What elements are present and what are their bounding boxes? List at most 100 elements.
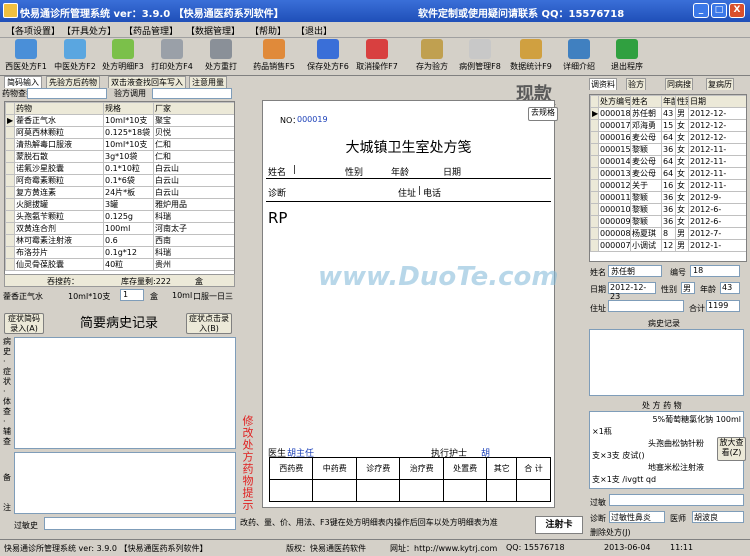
exit-button[interactable]: 退出程序 bbox=[608, 39, 646, 72]
col-age: 年龄 bbox=[661, 95, 676, 108]
history-title: 简要病史记录 bbox=[80, 316, 159, 331]
drug-row[interactable]: 双黄连合剂 100ml 河南太子 bbox=[5, 222, 234, 235]
rx-detail-button[interactable]: 处方明细F3 bbox=[101, 39, 145, 72]
zoom-view-button[interactable]: 放大查看(Z) bbox=[717, 437, 746, 461]
allergy-field-right[interactable] bbox=[609, 494, 744, 506]
close-button[interactable]: X bbox=[729, 3, 745, 18]
history-record[interactable] bbox=[589, 329, 744, 396]
menu-help[interactable]: 【帮助】 bbox=[250, 24, 286, 37]
stock-row: 吞搜药： 库存量剩:222 盒 bbox=[4, 274, 235, 287]
record-row[interactable]: 000010 黎颖 36 女 2012-6- bbox=[590, 203, 746, 216]
tab-dosage-notice[interactable]: 注意用量 bbox=[189, 76, 227, 88]
tab-records[interactable]: 调资料 bbox=[589, 78, 617, 90]
menu-data[interactable]: 【数据管理】 bbox=[186, 24, 240, 37]
menu-prescribe[interactable]: 【开具处方】 bbox=[62, 24, 116, 37]
total-field[interactable]: 1199 bbox=[706, 300, 740, 312]
no-label: 编号 bbox=[670, 268, 686, 277]
record-row[interactable]: 000007 小调试 12 男 2012-1- bbox=[590, 239, 746, 252]
menu-settings[interactable]: 【各项设置】 bbox=[6, 24, 60, 37]
record-row[interactable]: 000015 黎颖 36 女 2012-11- bbox=[590, 143, 746, 156]
drug-row[interactable]: 复方黄连素 24片*板 白云山 bbox=[5, 186, 234, 199]
history-textarea[interactable] bbox=[14, 337, 236, 449]
save-template-button[interactable]: 存为验方 bbox=[414, 39, 450, 72]
stats-button[interactable]: 数据统计F9 bbox=[507, 39, 555, 72]
print-rx-button[interactable]: 打印处方F4 bbox=[150, 39, 194, 72]
drug-row[interactable]: 清热解毒口服液 10ml*10支 仁和 bbox=[5, 138, 234, 151]
drug-table[interactable]: 药物 规格 厂家 ▶ 藿香正气水 10ml*10支 聚宝 阿莫西林颗粒 0.125*18袋 贝悦… bbox=[4, 101, 235, 284]
drug-cell: 西南 bbox=[153, 234, 234, 247]
record-cell: 000015 bbox=[598, 143, 631, 156]
exit-arrow-icon bbox=[616, 39, 638, 59]
record-row[interactable]: 000014 麦公母 64 女 2012-11- bbox=[590, 155, 746, 168]
drugs-label: 处 方 药 物 bbox=[642, 401, 682, 410]
menu-exit[interactable]: 【退出】 bbox=[296, 24, 332, 37]
diag-field[interactable]: 过敏性鼻炎 bbox=[609, 511, 665, 523]
drug-row[interactable]: 诺氟沙星胶囊 0.1*10粒 白云山 bbox=[5, 162, 234, 175]
intro-button[interactable]: 详细介绍 bbox=[560, 39, 598, 72]
drug-row[interactable]: 头孢氨苄颗粒 0.125g 科瑞 bbox=[5, 210, 234, 223]
drug-search-input[interactable] bbox=[27, 88, 107, 99]
record-row[interactable]: 000013 麦公母 64 女 2012-11- bbox=[590, 167, 746, 180]
record-table[interactable]: 处方编号姓名年龄性别日期 ▶000018苏任朝43男2012-12-000017… bbox=[589, 94, 747, 262]
qty-input[interactable]: 1 bbox=[120, 289, 144, 301]
drug-cell: 仙灵骨葆胶囊 bbox=[14, 258, 104, 271]
drug-row[interactable]: 林可霉素注射液 0.6 西南 bbox=[5, 234, 234, 247]
sex-field[interactable]: 男 bbox=[681, 282, 695, 294]
drug-cell: 仁和 bbox=[153, 150, 234, 163]
menu-drugs[interactable]: 【药品管理】 bbox=[124, 24, 178, 37]
drug-row[interactable]: 火腿拔罐 3罐 雅炉用品 bbox=[5, 198, 234, 211]
record-row[interactable]: 000016 麦公母 64 女 2012-12- bbox=[590, 131, 746, 144]
case-mgmt-button[interactable]: 病例管理F8 bbox=[456, 39, 504, 72]
record-cell: 女 bbox=[675, 119, 689, 132]
record-row[interactable]: 000017 邓海勇 15 女 2012-12- bbox=[590, 119, 746, 132]
symptom-code-button[interactable]: 症状简码录入(A) bbox=[4, 313, 44, 334]
tab-dblclick-search[interactable]: 双击液查找回车写入 bbox=[108, 76, 186, 88]
remark-textarea[interactable] bbox=[14, 452, 236, 514]
printer-icon bbox=[161, 39, 183, 59]
tab-code-input[interactable]: 简码输入 bbox=[4, 76, 42, 88]
tab-template-first[interactable]: 先验方后药物 bbox=[46, 76, 100, 88]
record-cell: 12 bbox=[661, 239, 676, 252]
addr-field[interactable] bbox=[608, 300, 684, 312]
maximize-button[interactable]: □ bbox=[711, 3, 727, 18]
date-label: 日期 bbox=[590, 285, 606, 294]
chinese-rx-button[interactable]: 中医处方F2 bbox=[52, 39, 98, 72]
record-row[interactable]: ▶ 000018 苏任朝 43 男 2012-12- bbox=[590, 107, 746, 120]
record-row[interactable]: 000011 黎颖 36 女 2012-9- bbox=[590, 191, 746, 204]
no-field[interactable]: 18 bbox=[690, 265, 740, 277]
drug-row[interactable]: 阿奇霉素颗粒 0.1*6袋 白云山 bbox=[5, 174, 234, 187]
date-field[interactable]: 2012-12-23 bbox=[608, 282, 656, 301]
drug-sale-button[interactable]: 药品销售F5 bbox=[250, 39, 298, 72]
drug-row[interactable]: 蒙脱石散 3g*10袋 仁和 bbox=[5, 150, 234, 163]
symptom-click-button[interactable]: 症状点击录入(B) bbox=[186, 313, 232, 334]
fee-disposal: 处置费 bbox=[442, 457, 488, 480]
record-row[interactable]: 000009 黎颖 36 女 2012-6- bbox=[590, 215, 746, 228]
fee-treatment: 治疗费 bbox=[399, 457, 444, 480]
drug-row[interactable]: 布洛芬片 0.1g*12 科瑞 bbox=[5, 246, 234, 259]
pen-icon bbox=[64, 39, 86, 59]
tab-return-case[interactable]: 复病历 bbox=[706, 78, 734, 90]
injection-card-button[interactable]: 注射卡 bbox=[535, 516, 583, 534]
doc-field[interactable]: 胡波良 bbox=[692, 511, 744, 523]
record-row[interactable]: 000012 关于 16 女 2012-11- bbox=[590, 179, 746, 192]
record-row[interactable]: 000008 杨夏琪 8 男 2012-7- bbox=[590, 227, 746, 240]
save-rx-button[interactable]: 保存处方F6 bbox=[305, 39, 351, 72]
record-cell: 麦公母 bbox=[630, 155, 662, 168]
reprint-rx-button[interactable]: 处方重打 bbox=[201, 39, 241, 72]
tab-same-disease[interactable]: 同病搜 bbox=[665, 78, 693, 90]
drug-row[interactable]: 仙灵骨葆胶囊 40粒 贵州 bbox=[5, 258, 234, 271]
allergy-input[interactable] bbox=[44, 517, 236, 530]
name-field[interactable]: 苏任朝 bbox=[608, 265, 662, 277]
tab-templates[interactable]: 验方 bbox=[626, 78, 646, 90]
age-field[interactable]: 43 bbox=[720, 282, 740, 294]
western-rx-button[interactable]: 西医处方F1 bbox=[4, 39, 48, 72]
record-cell: 麦公母 bbox=[630, 167, 662, 180]
cancel-op-button[interactable]: 取消操作F7 bbox=[355, 39, 399, 72]
minimize-button[interactable]: _ bbox=[693, 3, 709, 18]
drug-row[interactable]: 阿莫西林颗粒 0.125*18袋 贝悦 bbox=[5, 126, 234, 139]
remove-spec-button[interactable]: 去规格 bbox=[528, 107, 558, 121]
template-input[interactable] bbox=[152, 88, 232, 99]
drug-row[interactable]: ▶ 藿香正气水 10ml*10支 聚宝 bbox=[5, 114, 234, 127]
delete-rx-button[interactable]: 删除处方(J) bbox=[590, 527, 631, 538]
drug-cell: 布洛芬片 bbox=[14, 246, 104, 259]
